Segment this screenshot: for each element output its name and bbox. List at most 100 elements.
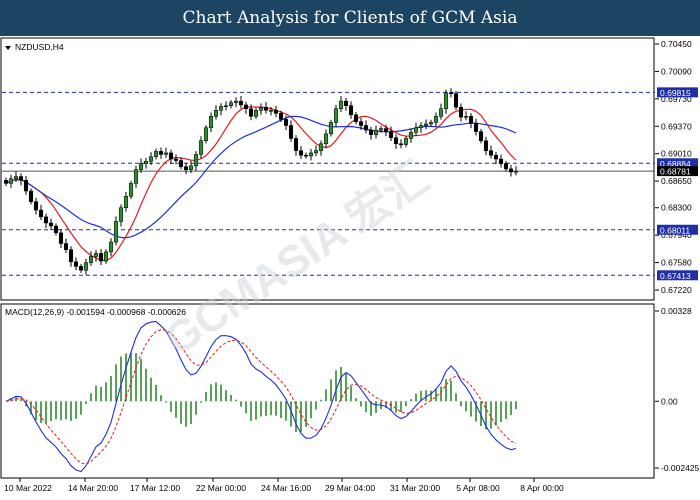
price-tick-label: 0.68650 <box>661 176 692 186</box>
candle-body <box>313 150 319 154</box>
price-tick-label: 0.70090 <box>661 66 692 76</box>
candle-body <box>8 178 14 184</box>
price-tick-label: 0.68300 <box>661 203 692 213</box>
candle-body <box>103 251 109 262</box>
candle-body <box>343 100 349 106</box>
candle-body <box>183 166 189 170</box>
time-tick-label: 22 Mar 00:00 <box>196 483 246 493</box>
candle-body <box>488 150 494 156</box>
candle-body <box>368 129 374 135</box>
candle-body <box>63 243 69 250</box>
candle-body <box>378 128 384 131</box>
candle-body <box>238 100 244 106</box>
candle-body <box>143 161 149 164</box>
candle-body <box>38 209 44 218</box>
candle-body <box>293 138 299 151</box>
candle-body <box>3 180 9 184</box>
candle-body <box>503 163 509 170</box>
candle-body <box>83 262 89 271</box>
candle-body <box>338 100 344 109</box>
candle-body <box>333 108 339 123</box>
candle-body <box>158 151 164 155</box>
chart-header: Chart Analysis for Clients of GCM Asia <box>0 0 700 36</box>
candle-body <box>298 150 304 156</box>
candle-body <box>263 106 269 111</box>
time-tick-label: 5 Apr 08:00 <box>456 483 500 493</box>
candle-body <box>148 156 154 162</box>
macd-panel-frame <box>0 303 655 479</box>
macd-label: MACD(12,26,9) -0.001594 -0.000968 -0.000… <box>5 307 186 317</box>
time-tick-label: 17 Mar 12:00 <box>130 483 180 493</box>
candle-body <box>173 158 179 161</box>
candle-body <box>28 190 34 202</box>
price-tick-label: 0.69370 <box>661 121 692 131</box>
time-tick-label: 24 Mar 16:00 <box>261 483 311 493</box>
price-tick-label: 0.67220 <box>661 285 692 295</box>
macd-axis: 0.00328 0.00 -0.002425 <box>655 306 700 473</box>
candle-body <box>98 253 104 262</box>
candle-body <box>463 116 469 118</box>
candle-body <box>383 128 389 132</box>
candle-body <box>43 216 49 224</box>
candle-body <box>228 102 234 106</box>
candle-body <box>253 110 259 117</box>
macd-tick-label: -0.002425 <box>661 463 700 473</box>
candle-body <box>418 125 424 129</box>
symbol-label: NZDUSD,H4 <box>15 42 64 52</box>
candle-body <box>168 152 174 160</box>
candle-body <box>213 110 219 117</box>
candle-body <box>303 154 309 157</box>
candle-body <box>208 116 214 129</box>
candle-body <box>113 221 119 243</box>
candle-body <box>218 106 224 111</box>
candle-body <box>108 241 114 253</box>
price-level-label: 0.69815 <box>660 88 691 98</box>
candle-body <box>123 196 129 208</box>
candle-body <box>163 152 169 155</box>
candle-body <box>188 165 194 170</box>
candle-body <box>443 92 449 109</box>
candle-body <box>33 201 39 211</box>
candle-body <box>273 110 279 114</box>
candle-body <box>68 249 74 263</box>
candle-body <box>413 127 419 133</box>
time-tick-label: 8 Apr 00:00 <box>520 483 564 493</box>
candle-body <box>448 92 454 94</box>
candle-body <box>373 129 379 135</box>
candle-body <box>73 261 79 267</box>
candle-body <box>328 122 334 135</box>
candle-body <box>508 168 514 173</box>
candle-body <box>468 116 474 124</box>
candle-body <box>133 169 139 184</box>
candle-body <box>193 154 199 167</box>
price-tick-label: 0.69010 <box>661 149 692 159</box>
candle-body <box>118 207 124 222</box>
candle-body <box>498 158 504 164</box>
candle-body <box>243 104 249 109</box>
candle-body <box>348 105 354 116</box>
macd-tick-label: 0.00328 <box>661 306 692 316</box>
candle-body <box>323 133 329 145</box>
candle-body <box>23 180 29 192</box>
macd-tick-label: 0.00 <box>661 396 678 406</box>
chart-area[interactable]: 0.704500.700900.697300.693700.690100.686… <box>0 36 700 500</box>
time-tick-label: 10 Mar 2022 <box>4 483 52 493</box>
candle-body <box>178 160 184 167</box>
time-tick-label: 14 Mar 20:00 <box>68 483 118 493</box>
candle-body <box>58 232 64 244</box>
candle-body <box>353 114 359 122</box>
candle-body <box>453 93 459 108</box>
candle-body <box>233 100 239 103</box>
time-tick-label: 31 Mar 20:00 <box>390 483 440 493</box>
time-tick-label: 29 Mar 04:00 <box>325 483 375 493</box>
candle-body <box>358 121 364 126</box>
candle-body <box>363 125 369 131</box>
candle-body <box>513 170 519 173</box>
candle-body <box>493 154 499 160</box>
candle-body <box>423 123 429 126</box>
candle-body <box>138 163 144 170</box>
candle-body <box>283 119 289 126</box>
candle-body <box>203 127 209 141</box>
candle-body <box>48 222 54 227</box>
candle-body <box>88 256 94 263</box>
